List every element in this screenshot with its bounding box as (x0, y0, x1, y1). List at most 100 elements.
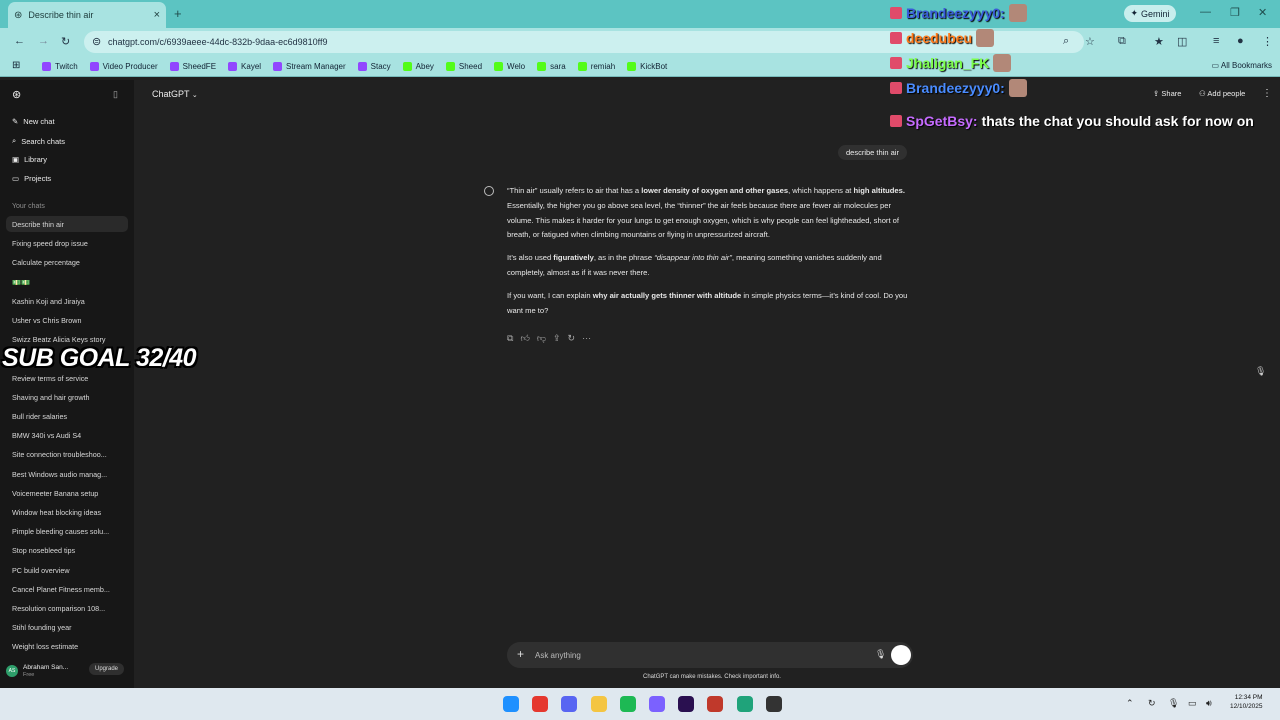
browser-menu-icon[interactable]: ⋮ (1262, 35, 1273, 48)
vegas-icon[interactable] (707, 696, 724, 712)
sidebar-chat-item[interactable]: BMW 340i vs Audi S4 (12, 431, 122, 440)
apps-grid-icon[interactable]: ⊞ (12, 60, 20, 71)
share-button[interactable]: ⇪ Share (1153, 89, 1181, 98)
window-close-icon[interactable]: ✕ (1258, 6, 1267, 19)
sidebar-chat-item[interactable]: Fixing speed drop issue (12, 239, 122, 248)
split-view-icon[interactable]: ◫ (1177, 35, 1187, 48)
favorites-icon[interactable]: ★ (1154, 35, 1164, 48)
bookmark-sara[interactable]: sara (537, 61, 566, 71)
sidebar-chat-item[interactable]: Review terms of service (12, 374, 122, 383)
microphone-icon[interactable]: 🎙︎ (1168, 698, 1179, 709)
sidebar-chat-item[interactable]: Stop nosebleed tips (12, 546, 122, 555)
stream-chat-message: Brandeezyyy0: (890, 79, 1027, 97)
sync-icon[interactable]: ↻ (1148, 698, 1156, 709)
sidebar-chat-item[interactable]: Voicemeeter Banana setup (12, 489, 122, 498)
thumbs-down-icon[interactable]: 👎︎ (537, 333, 546, 344)
sidebar-chat-item[interactable]: Weight loss estimate (12, 642, 122, 651)
bookmark-sheedfe[interactable]: SheedFE (169, 61, 216, 71)
gemini-button[interactable]: ✦ Gemini (1124, 5, 1176, 22)
stream-chat-message: deedubeu (890, 29, 995, 47)
collapse-sidebar-icon[interactable]: ▯ (113, 89, 118, 100)
bookmark-remiah[interactable]: remiah (577, 61, 615, 71)
start-icon[interactable] (503, 696, 519, 712)
all-bookmarks-button[interactable]: ▭ All Bookmarks (1212, 61, 1272, 70)
reload-icon[interactable]: ↻ (61, 35, 70, 48)
bookmark-kayel[interactable]: Kayel (228, 61, 261, 71)
bookmarks-bar: ⊞ Twitch Video Producer SheedFE Kayel St… (0, 56, 1280, 77)
sidebar-chat-item[interactable]: Window heat blocking ideas (12, 508, 122, 517)
bookmark-sheed[interactable]: Sheed (445, 61, 482, 71)
forward-icon[interactable]: → (38, 35, 49, 47)
sidebar-chat-item[interactable]: Describe thin air (12, 220, 122, 229)
bookmark-welo[interactable]: Welo (494, 61, 525, 71)
microphone-icon[interactable]: 🎙︎ (875, 649, 886, 660)
thumbs-up-icon[interactable]: 👍︎ (520, 333, 529, 344)
plus-icon[interactable]: + (517, 647, 524, 661)
chat-input[interactable] (535, 648, 835, 662)
bookmark-kickbot[interactable]: KickBot (627, 61, 667, 71)
chevron-up-icon[interactable]: ⌃ (1126, 698, 1134, 709)
chatgpt-icon[interactable] (649, 696, 665, 712)
regenerate-icon[interactable]: ↻ (568, 333, 576, 344)
sidebar-chat-item[interactable]: Site connection troubleshoo... (12, 450, 122, 459)
sidebar-chat-item[interactable]: Bull rider salaries (12, 412, 122, 421)
restore-icon[interactable]: ❐ (1230, 6, 1240, 19)
bookmark-stacy[interactable]: Stacy (357, 61, 391, 71)
sidebar-chat-item[interactable]: Kashin Koji and Jiraiya (12, 297, 122, 306)
library-button[interactable]: ▣ Library (12, 155, 47, 164)
sidebar-chat-item[interactable]: Stihl founding year (12, 623, 122, 632)
back-icon[interactable]: ← (14, 35, 25, 47)
upgrade-button[interactable]: Upgrade (88, 663, 124, 675)
sidebar-chat-item[interactable]: Best Windows audio manag... (12, 470, 122, 479)
user-account[interactable]: AS Abraham San... Free Upgrade (6, 660, 130, 682)
search-chats-button[interactable]: ⌕ Search chats (12, 136, 65, 146)
share-icon[interactable]: ⇪ (553, 333, 561, 344)
voice-mode-button[interactable] (891, 645, 911, 665)
bookmark-star-icon[interactable]: ☆ (1085, 35, 1095, 48)
bookmark-video-producer[interactable]: Video Producer (89, 61, 158, 71)
sidebar-chat-item[interactable]: Calculate percentage (12, 258, 122, 267)
copy-icon[interactable]: ⧉ (507, 333, 513, 344)
sidebar-chat-item[interactable]: Usher vs Chris Brown (12, 316, 122, 325)
tab-close-icon[interactable]: × (154, 9, 160, 21)
openai-logo-icon[interactable]: ⊛ (12, 88, 21, 101)
badge-icon (890, 32, 902, 44)
sidebar-chat-item[interactable]: Shaving and hair growth (12, 393, 122, 402)
site-info-icon[interactable]: ⊜ (92, 35, 101, 48)
new-chat-button[interactable]: ✎ New chat (12, 117, 55, 126)
browser-tab[interactable]: ⊛ Describe thin air × (8, 2, 166, 28)
sidebar-chat-item[interactable]: Pimple bleeding causes solu... (12, 527, 122, 536)
sidebar-chat-item[interactable]: Resolution comparison 108... (12, 604, 122, 613)
minimize-icon[interactable]: — (1200, 6, 1211, 18)
system-clock[interactable]: 12:34 PM 12/10/2025 (1230, 693, 1263, 711)
projects-button[interactable]: ▭ Projects (12, 174, 51, 183)
bookmark-twitch[interactable]: Twitch (42, 61, 78, 71)
microphone-icon[interactable]: 🎙︎ (1255, 366, 1266, 377)
sidebar-chat-item[interactable]: Swizz Beatz Alicia Keys story (12, 335, 122, 344)
other-app-icon[interactable] (736, 696, 753, 712)
obs-icon[interactable] (765, 696, 782, 712)
media-icon[interactable]: ≡ (1213, 35, 1219, 47)
sidebar-chat-item[interactable]: PC build overview (12, 566, 122, 575)
discord-icon[interactable] (561, 696, 578, 712)
gemini-label: Gemini (1141, 8, 1170, 19)
new-tab-button[interactable]: + (174, 6, 182, 21)
bookmark-stream-manager[interactable]: Stream Manager (273, 61, 346, 71)
stream-chat-message: Brandeezyyy0: (890, 4, 1027, 22)
premiere-icon[interactable] (678, 696, 695, 712)
more-options-icon[interactable]: ⋮ (1262, 88, 1272, 99)
explorer-icon[interactable] (590, 696, 607, 712)
volume-icon[interactable]: 🔊︎ (1206, 698, 1212, 709)
chrome-icon[interactable] (532, 696, 549, 712)
sidebar-chat-item[interactable]: 💵💵 (12, 278, 122, 287)
bookmark-abey[interactable]: Abey (402, 61, 434, 71)
zoom-icon[interactable]: ⌕ (1063, 35, 1069, 48)
add-people-button[interactable]: ⚇ Add people (1199, 89, 1245, 98)
sidebar-chat-item[interactable]: Cancel Planet Fitness memb... (12, 585, 122, 594)
profile-avatar-icon[interactable]: ● (1237, 35, 1244, 47)
extensions-icon[interactable]: ⧉ (1118, 35, 1126, 48)
more-icon[interactable]: ··· (582, 333, 591, 344)
network-icon[interactable]: ▭ (1188, 698, 1197, 709)
model-selector[interactable]: ChatGPT ⌄ (152, 89, 198, 99)
spotify-icon[interactable] (619, 696, 636, 712)
